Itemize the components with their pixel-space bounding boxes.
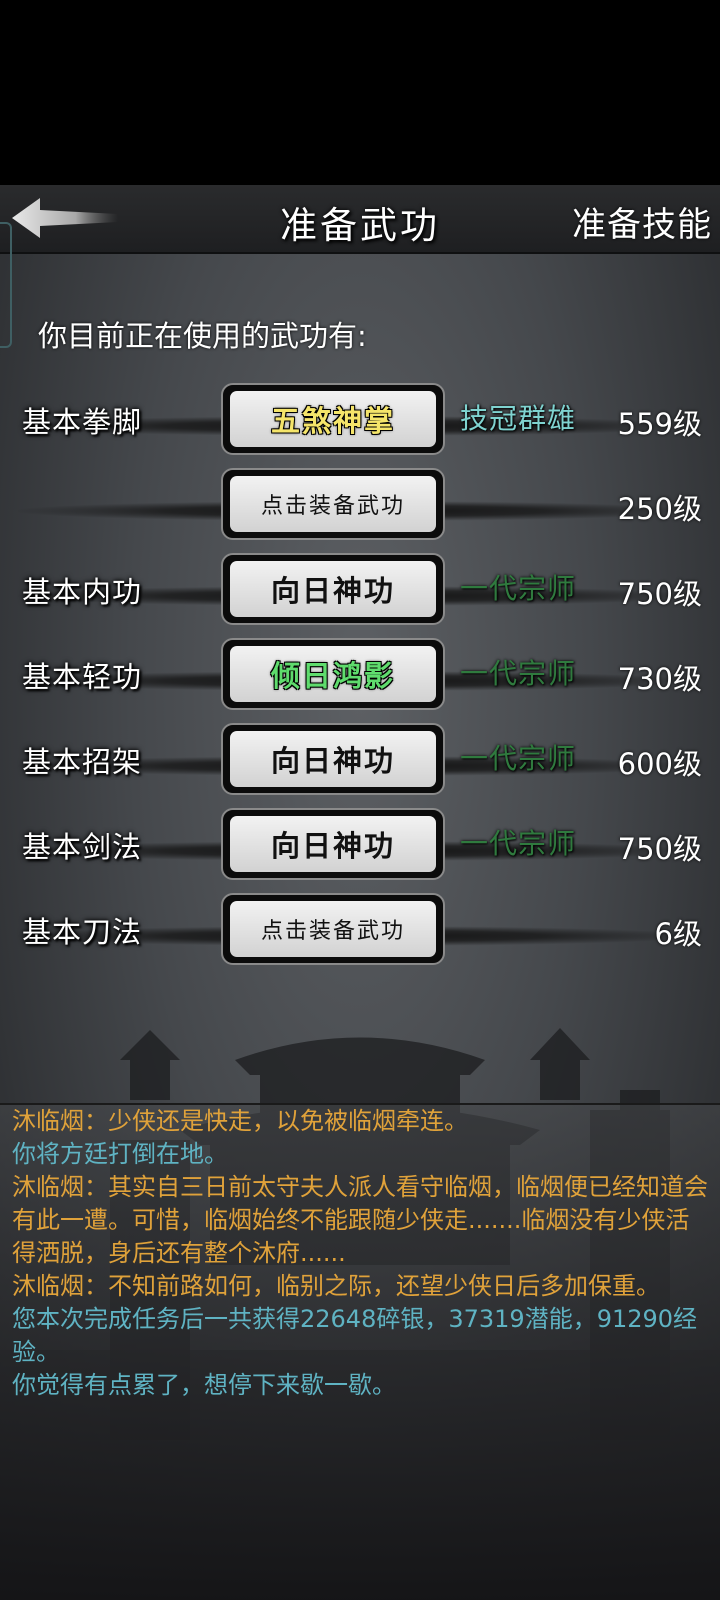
skill-level: 559级 (617, 407, 702, 441)
skill-category-label: 基本剑法 (22, 830, 143, 864)
equip-skill-button[interactable]: 点击装备武功 (221, 893, 445, 965)
skill-category-label: 基本拳脚 (22, 405, 143, 439)
skill-level: 730级 (617, 662, 702, 696)
skill-prep-screen: 准备武功 准备技能 你目前正在使用的武功有: 基本拳脚 五煞神掌 技冠群雄 559级点… (0, 185, 720, 1600)
log-message: 沐临烟：其实自三日前太守夫人派人看守临烟，临烟便已经知道会有此一遭。可惜，临烟始… (12, 1173, 708, 1267)
skill-row: 点击装备武功 250级 (0, 468, 720, 546)
skill-level: 750级 (617, 577, 702, 611)
skill-rank-label: 一代宗师 (460, 657, 577, 690)
log-message: 您本次完成任务后一共获得22648碎银，37319潜能，91290经验。 (12, 1305, 698, 1366)
skill-category-label: 基本轻功 (22, 660, 143, 694)
skill-rank-label: 一代宗师 (460, 827, 577, 860)
log-message: 你觉得有点累了，想停下来歇一歇。 (12, 1371, 396, 1399)
equipped-skill-label: 向日神功 (230, 731, 436, 787)
skill-level: 250级 (617, 492, 702, 526)
equipped-skill-label: 倾日鸿影 (230, 646, 436, 702)
skill-category-label: 基本刀法 (22, 915, 143, 949)
log-message: 沐临烟：少侠还是快走，以免被临烟牵连。 (12, 1107, 468, 1135)
skill-row: 基本招架 向日神功 一代宗师 600级 (0, 723, 720, 801)
page-title: 准备武功 (280, 204, 440, 247)
equipped-skill-label: 向日神功 (230, 816, 436, 872)
equipped-skill-label: 点击装备武功 (230, 901, 436, 957)
equip-skill-button[interactable]: 向日神功 (221, 553, 445, 625)
skill-rank-label: 一代宗师 (460, 742, 577, 775)
prepare-technique-tab[interactable]: 准备技能 (572, 197, 712, 246)
skill-level: 750级 (617, 832, 702, 866)
skill-row: 基本轻功 倾日鸿影 一代宗师 730级 (0, 638, 720, 716)
skill-rank-label: 一代宗师 (460, 572, 577, 605)
equipped-skills-heading: 你目前正在使用的武功有: (38, 319, 367, 353)
log-message: 你将方廷打倒在地。 (12, 1140, 228, 1168)
skill-level: 6级 (654, 917, 702, 951)
equip-skill-button[interactable]: 五煞神掌 (221, 383, 445, 455)
equip-skill-button[interactable]: 点击装备武功 (221, 468, 445, 540)
back-button[interactable] (10, 195, 120, 241)
log-message: 沐临烟：不知前路如何，临别之际，还望少侠日后多加保重。 (12, 1272, 660, 1300)
equipped-skill-label: 五煞神掌 (230, 391, 436, 447)
equipped-skill-label: 向日神功 (230, 561, 436, 617)
skill-category-label: 基本招架 (22, 745, 143, 779)
skill-category-label: 基本内功 (22, 575, 143, 609)
equip-skill-button[interactable]: 向日神功 (221, 723, 445, 795)
side-drawer-handle[interactable] (0, 222, 12, 348)
skill-row: 基本刀法 点击装备武功 6级 (0, 893, 720, 971)
equip-skill-button[interactable]: 倾日鸿影 (221, 638, 445, 710)
back-arrow-icon (12, 198, 118, 238)
top-bar: 准备武功 准备技能 (0, 185, 720, 254)
skill-level: 600级 (617, 747, 702, 781)
equipped-skill-label: 点击装备武功 (230, 476, 436, 532)
skill-row: 基本拳脚 五煞神掌 技冠群雄 559级 (0, 383, 720, 461)
message-log: 沐临烟：少侠还是快走，以免被临烟牵连。 你将方廷打倒在地。沐临烟：其实自三日前太守… (0, 1103, 720, 1600)
skill-row: 基本剑法 向日神功 一代宗师 750级 (0, 808, 720, 886)
skill-rank-label: 技冠群雄 (460, 402, 577, 435)
skill-row: 基本内功 向日神功 一代宗师 750级 (0, 553, 720, 631)
equip-skill-button[interactable]: 向日神功 (221, 808, 445, 880)
